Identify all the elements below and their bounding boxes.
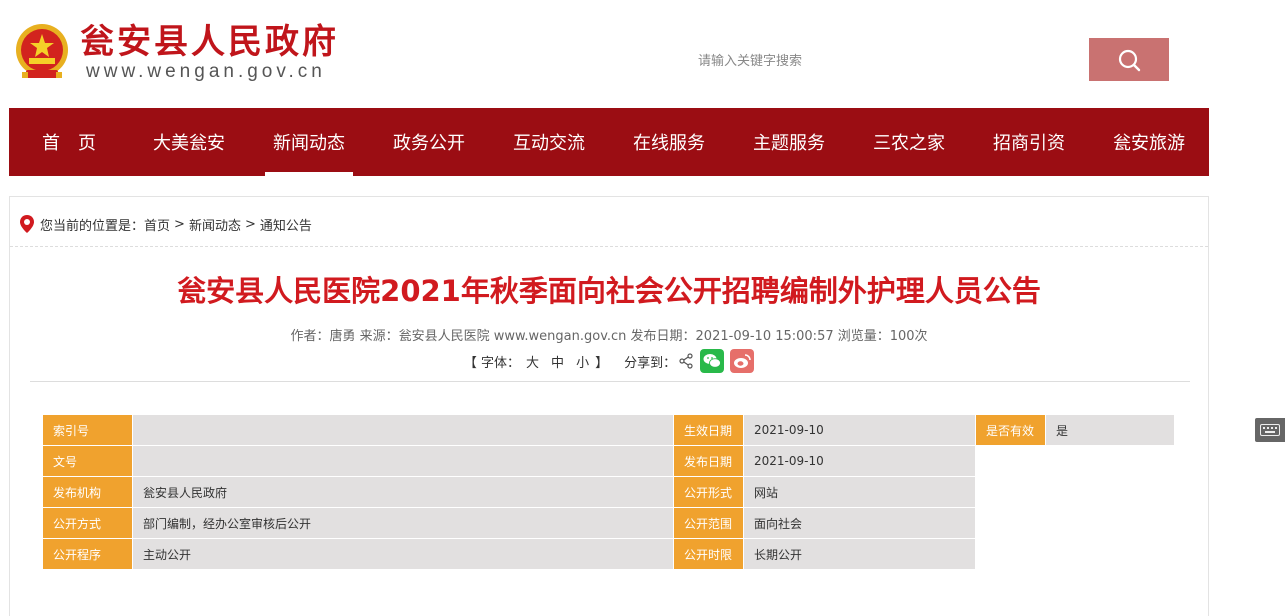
share-label: 分享到： [624, 355, 677, 371]
info-empty-cell [1046, 539, 1175, 570]
nav-item-3[interactable]: 政务公开 [369, 108, 489, 176]
breadcrumb-notices[interactable]: 通知公告 [260, 215, 312, 234]
article-tools: 【 字体： 大 中 小 】 分享到： [10, 349, 1208, 373]
info-value [133, 446, 674, 477]
keyboard-widget[interactable] [1255, 418, 1285, 442]
nav-item-7[interactable]: 三农之家 [849, 108, 969, 176]
info-key: 发布机构 [43, 477, 133, 508]
main-nav: 首 页大美瓮安 新闻动态 政务公开 互动交流 在线服务 主题服务 三农之家 招商引资 瓮安旅游 [9, 108, 1209, 176]
info-value: 2021-09-10 [744, 415, 976, 446]
breadcrumb-home[interactable]: 首页 [144, 215, 170, 234]
info-key: 是否有效 [976, 415, 1046, 446]
info-key: 公开程序 [43, 539, 133, 570]
info-empty-cell [1046, 508, 1175, 539]
article-meta: 作者：唐勇 来源：瓮安县人民医院 www.wengan.gov.cn 发布日期：… [290, 329, 928, 344]
info-empty-cell [976, 539, 1046, 570]
share-weibo-button[interactable] [730, 349, 755, 373]
breadcrumb: 您当前的位置是： 首页 > 新闻动态 > 通知公告 [20, 213, 312, 235]
info-key: 发布日期 [674, 446, 744, 477]
site-url: www.wengan.gov.cn [86, 61, 326, 82]
search-icon [1118, 49, 1141, 71]
info-value: 长期公开 [744, 539, 976, 570]
info-empty-cell [976, 446, 1046, 477]
font-size-large[interactable]: 大 [526, 352, 539, 371]
nav-item-8[interactable]: 招商引资 [969, 108, 1089, 176]
info-key: 公开范围 [674, 508, 744, 539]
info-value [133, 415, 674, 446]
info-empty-cell [976, 508, 1046, 539]
table-row: 文号 发布日期 2021-09-10 [43, 446, 1175, 477]
info-value: 部门编制，经办公室审核后公开 [133, 508, 674, 539]
nav-item-5[interactable]: 在线服务 [609, 108, 729, 176]
breadcrumb-divider [10, 246, 1208, 247]
info-value: 网站 [744, 477, 976, 508]
info-key: 生效日期 [674, 415, 744, 446]
site-title: 瓮安县人民政府 [80, 22, 339, 62]
font-size-label: 【 字体： [463, 355, 521, 371]
national-emblem-icon [16, 24, 68, 78]
weibo-icon [734, 354, 751, 368]
title-divider [30, 381, 1190, 382]
font-size-medium[interactable]: 中 [551, 352, 564, 371]
info-empty-cell [976, 477, 1046, 508]
font-size-label-close: 】 [595, 355, 609, 371]
share-icon [679, 353, 693, 369]
nav-item-0[interactable]: 首 页 [9, 108, 129, 176]
info-key: 索引号 [43, 415, 133, 446]
share-wechat-button[interactable] [700, 349, 725, 373]
info-empty-cell [1046, 446, 1175, 477]
keyboard-icon [1260, 424, 1280, 436]
article-panel: 您当前的位置是： 首页 > 新闻动态 > 通知公告 瓮安县人民医院2021年秋季… [9, 196, 1209, 616]
info-value: 是 [1046, 415, 1175, 446]
breadcrumb-separator: > [174, 216, 185, 232]
font-size-small[interactable]: 小 [576, 352, 589, 371]
breadcrumb-news[interactable]: 新闻动态 [189, 215, 241, 234]
breadcrumb-separator: > [244, 216, 256, 232]
nav-item-4[interactable]: 互动交流 [489, 108, 609, 176]
info-table: 索引号 生效日期 2021-09-10 是否有效是文号 发布日期 2021-09-10 发布… [43, 415, 1175, 570]
nav-item-9[interactable]: 瓮安旅游 [1089, 108, 1209, 176]
info-value: 面向社会 [744, 508, 976, 539]
nav-item-2[interactable]: 新闻动态 [249, 108, 369, 176]
article-title: 瓮安县人民医院2021年秋季面向社会公开招聘编制外护理人员公告 [177, 274, 1041, 308]
info-key: 公开形式 [674, 477, 744, 508]
info-value: 主动公开 [133, 539, 674, 570]
search-button[interactable] [1089, 38, 1169, 81]
search-input[interactable] [690, 44, 1080, 78]
nav-item-6[interactable]: 主题服务 [729, 108, 849, 176]
location-pin-icon [20, 215, 34, 233]
info-empty-cell [1046, 477, 1175, 508]
info-value: 2021-09-10 [744, 446, 976, 477]
table-row: 索引号 生效日期 2021-09-10 是否有效是 [43, 415, 1175, 446]
table-row: 发布机构 瓮安县人民政府 公开形式 网站 [43, 477, 1175, 508]
info-key: 文号 [43, 446, 133, 477]
wechat-icon [703, 354, 722, 368]
info-key: 公开方式 [43, 508, 133, 539]
nav-item-1[interactable]: 大美瓮安 [129, 108, 249, 176]
info-value: 瓮安县人民政府 [133, 477, 674, 508]
table-row: 公开程序 主动公开 公开时限 长期公开 [43, 539, 1175, 570]
breadcrumb-prefix: 您当前的位置是： [40, 218, 145, 234]
site-header: 瓮安县人民政府 www.wengan.gov.cn [0, 0, 1285, 108]
info-key: 公开时限 [674, 539, 744, 570]
table-row: 公开方式 部门编制，经办公室审核后公开 公开范围 面向社会 [43, 508, 1175, 539]
